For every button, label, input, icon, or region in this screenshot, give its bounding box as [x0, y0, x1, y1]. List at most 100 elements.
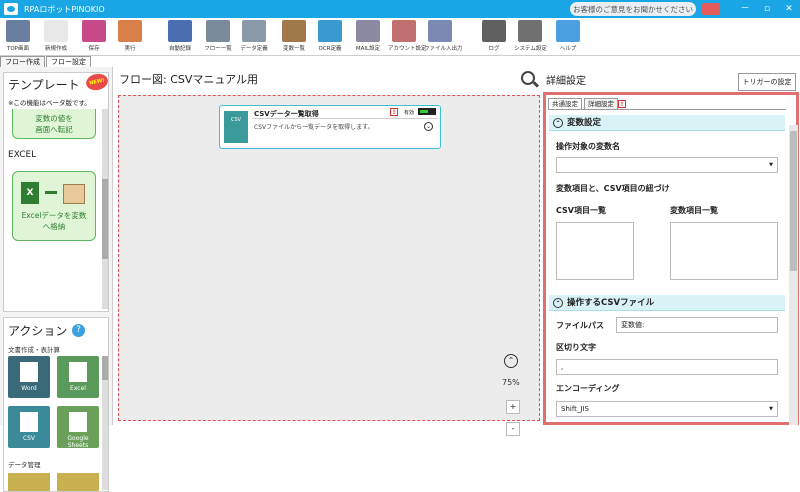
chevron-down-icon[interactable]: ⌄ — [424, 122, 433, 131]
detail-scrollbar[interactable] — [789, 125, 798, 425]
enabled-toggle[interactable] — [418, 108, 436, 115]
template-scrollbar[interactable] — [102, 109, 108, 309]
excel-icon: X — [69, 362, 87, 382]
toolbar-variable-list-button[interactable]: 変数一覧 — [278, 20, 310, 52]
system-settings-icon — [518, 20, 542, 42]
warning-icon: ! — [618, 100, 626, 108]
toolbar-label: 新規作成 — [44, 46, 67, 52]
card-label-line2: 画面へ転記 — [35, 125, 73, 134]
toolbar-flow-list-button[interactable]: フロー一覧 — [202, 20, 234, 52]
action-heading: アクション — [8, 324, 68, 338]
tab-flow-settings[interactable]: フロー設定 — [46, 56, 91, 67]
card-label-line1: Excelデータを変数 — [21, 211, 87, 220]
tile-label: Excel — [70, 385, 86, 392]
action-section-data: データ管理 — [8, 461, 41, 469]
maximize-button[interactable]: ▫ — [760, 2, 774, 16]
enabled-label: 有効 — [404, 110, 415, 116]
flow-list-icon — [206, 20, 230, 42]
run-icon — [118, 20, 142, 42]
tab-flow-create[interactable]: フロー作成 — [0, 56, 45, 67]
toolbar-label: TOP画面 — [6, 46, 29, 52]
file-path-input[interactable]: 変数値: — [616, 317, 778, 333]
encoding-label: エンコーディング — [556, 384, 620, 393]
zoom-out-button[interactable]: - — [506, 422, 520, 436]
template-card-transfer[interactable]: 変数の値を 画面へ転記 — [12, 109, 96, 139]
toolbar-label: 変数一覧 — [282, 46, 305, 52]
toolbar-file-io-button[interactable]: ファイル入出力 — [424, 20, 463, 52]
auto-record-icon — [168, 20, 192, 42]
minimize-button[interactable]: － — [738, 2, 752, 16]
template-panel: テンプレート NEW! ※この機能はベータ版です。 変数の値を 画面へ転記 EX… — [3, 71, 110, 312]
template-heading: テンプレート — [8, 78, 80, 92]
template-card-excel-to-var[interactable]: X Excelデータを変数 へ格納 — [12, 171, 96, 241]
target-variable-label: 操作対象の変数名 — [556, 142, 620, 151]
variable-items-label: 変数項目一覧 — [670, 206, 718, 215]
chevron-up-icon: ⌃ — [553, 298, 563, 308]
toolbar-save-button[interactable]: 保存 — [78, 20, 110, 52]
ocr-definition-icon — [318, 20, 342, 42]
target-variable-select[interactable]: ▼ — [556, 157, 778, 173]
encoding-select[interactable]: Shift_JIS ▼ — [556, 401, 778, 417]
action-tile-data-1[interactable] — [8, 473, 50, 491]
action-tile-word[interactable]: W Word — [8, 356, 50, 398]
close-button[interactable]: ✕ — [782, 2, 796, 16]
action-tile-csv[interactable]: CSV CSV — [8, 406, 50, 448]
dropdown-arrow-icon: ▼ — [769, 162, 773, 168]
left-tabs: フロー作成 フロー設定 — [0, 56, 92, 67]
toolbar-help-button[interactable]: ヘルプ — [552, 20, 584, 52]
card-label-line2: へ格納 — [42, 222, 66, 231]
flow-canvas[interactable]: CSV CSVデータ一覧取得 ! 有効 CSVファイルから一覧データを取得します… — [118, 95, 540, 436]
save-icon — [82, 20, 106, 42]
new-badge: NEW! — [84, 71, 110, 93]
toolbar-data-definition-button[interactable]: データ定義 — [238, 20, 270, 52]
detail-panel: 詳細設定 トリガーの設定 共通設定 詳細設定 ! ⌃ 変数設定 操作対象の変数名 … — [543, 67, 800, 425]
beta-note: ※この機能はベータ版です。 — [8, 99, 91, 107]
card-label-line1: 変数の値を — [35, 114, 73, 123]
toolbar-label: ログ — [488, 46, 500, 52]
toolbar-mail-settings-button[interactable]: MAIL設定 — [352, 20, 384, 52]
action-tile-excel[interactable]: X Excel — [57, 356, 99, 398]
detail-heading: 詳細設定 — [546, 76, 586, 87]
log-icon — [482, 20, 506, 42]
toolbar-auto-record-button[interactable]: 自動記録 — [164, 20, 196, 52]
dropdown-arrow-icon: ▼ — [769, 406, 773, 412]
search-icon[interactable] — [521, 71, 535, 85]
csv-file-header[interactable]: ⌃ 操作するCSVファイル — [549, 295, 785, 311]
tab-detail-settings[interactable]: 詳細設定 — [584, 98, 618, 109]
toolbar-system-settings-button[interactable]: システム設定 — [514, 20, 547, 52]
action-panel: アクション ? 文書作成・表計算 W Word X Excel CSV CSV G Go… — [3, 317, 109, 492]
variable-settings-header[interactable]: ⌃ 変数設定 — [549, 115, 785, 131]
toolbar-ocr-definition-button[interactable]: OCR定義 — [314, 20, 346, 52]
zoom-in-button[interactable]: + — [506, 400, 520, 414]
toolbar-top-screen-button[interactable]: TOP画面 — [2, 20, 34, 52]
variable-items-list[interactable] — [670, 222, 778, 280]
toolbar-label: システム設定 — [514, 46, 547, 52]
toolbar-label: フロー一覧 — [204, 46, 232, 52]
new-icon — [44, 20, 68, 42]
action-scrollbar[interactable] — [102, 356, 108, 490]
help-icon[interactable]: ? — [72, 324, 85, 337]
toolbar-account-settings-button[interactable]: アカウント設定 — [388, 20, 427, 52]
trigger-settings-button[interactable]: トリガーの設定 — [738, 73, 796, 91]
google-sheets-icon: G — [69, 412, 87, 432]
detail-settings-box: 共通設定 詳細設定 ! ⌃ 変数設定 操作対象の変数名 ▼ 変数項目と、CSV項目… — [543, 92, 799, 425]
csv-items-list[interactable] — [556, 222, 634, 280]
chevron-up-icon: ⌃ — [553, 118, 563, 128]
toolbar-run-button[interactable]: 実行 — [114, 20, 146, 52]
csv-icon: CSV — [20, 412, 38, 432]
toolbar-log-button[interactable]: ログ — [478, 20, 510, 52]
toolbar-new-button[interactable]: 新規作成 — [40, 20, 72, 52]
feedback-button[interactable]: お客様のご意見をお聞かせください — [570, 2, 696, 16]
feedback-icon[interactable] — [702, 3, 720, 15]
chevron-up-icon[interactable]: ⌃ — [504, 354, 518, 368]
top-screen-icon — [6, 20, 30, 42]
node-description: CSVファイルから一覧データを取得します。 — [254, 124, 374, 131]
app-title: RPAロボットPINOKIO — [24, 4, 105, 14]
delimiter-input[interactable]: , — [556, 359, 778, 375]
tab-common-settings[interactable]: 共通設定 — [548, 98, 582, 109]
toolbar-label: OCR定義 — [318, 46, 342, 52]
action-tile-data-2[interactable] — [57, 473, 99, 491]
action-tile-google-sheets[interactable]: G Google Sheets — [57, 406, 99, 449]
flow-node-csv-list[interactable]: CSV CSVデータ一覧取得 ! 有効 CSVファイルから一覧データを取得します… — [219, 105, 441, 149]
toolbar-label: データ定義 — [240, 46, 268, 52]
